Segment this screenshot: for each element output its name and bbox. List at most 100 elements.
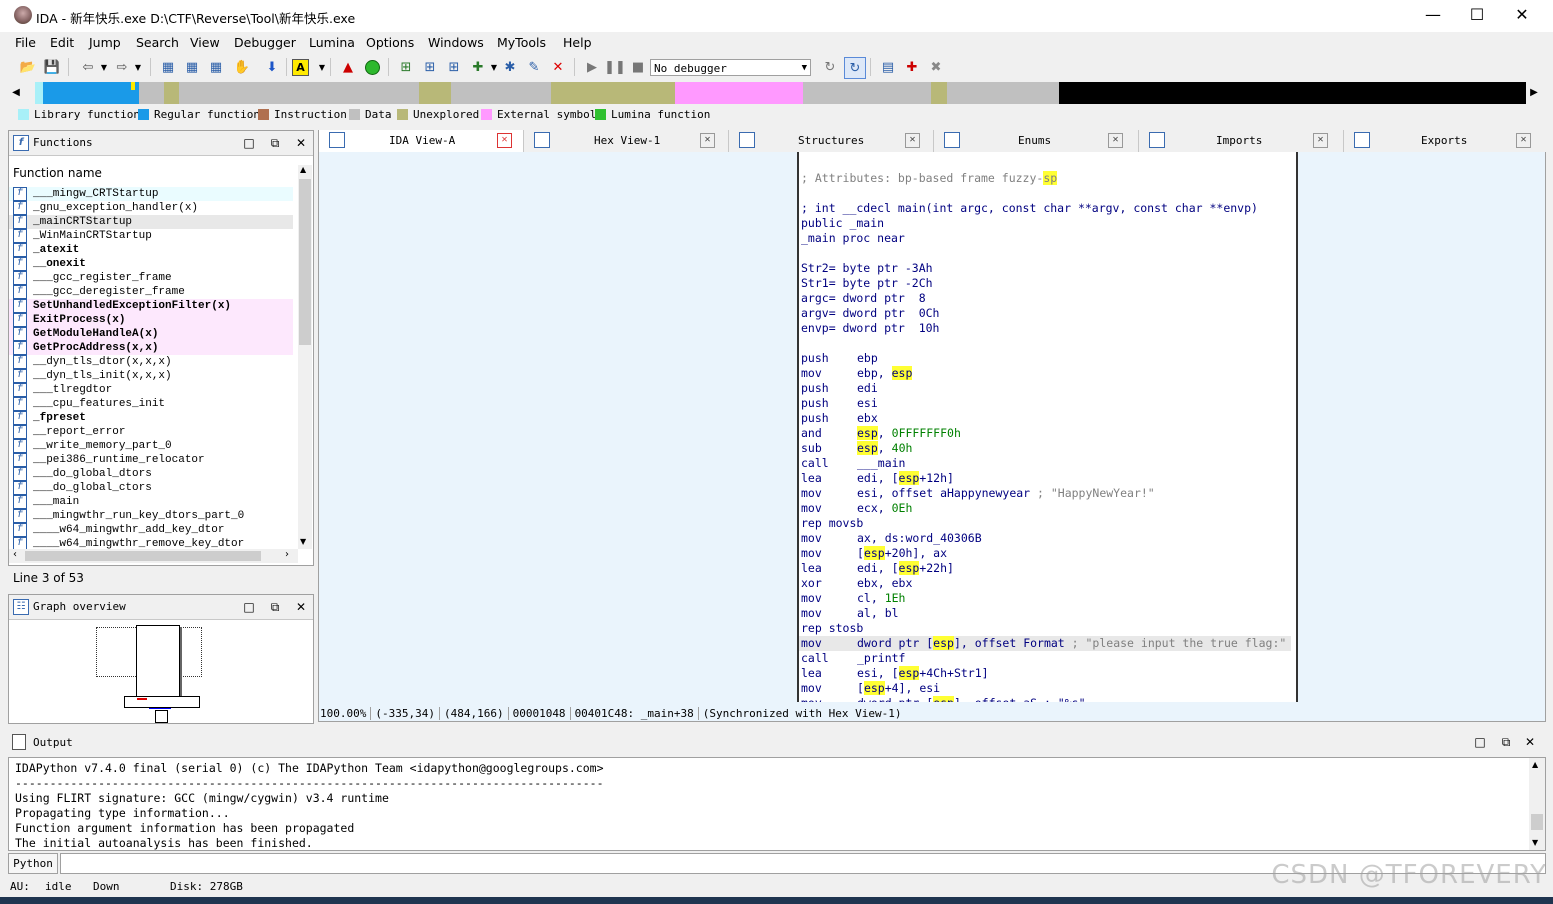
disasm-line[interactable]: lea edi, [esp+22h] (801, 561, 954, 576)
edit-patch-icon[interactable]: ✎ (524, 57, 544, 77)
function-list-item[interactable]: f __write_memory_part_0 (9, 439, 293, 453)
output-text-area[interactable]: IDAPython v7.4.0 final (serial 0) (c) Th… (8, 757, 1546, 851)
function-list-item[interactable]: f _atexit (9, 243, 293, 257)
panel-float-icon[interactable]: ⧉ (267, 599, 283, 615)
menu-mytools[interactable]: MyTools (497, 35, 546, 50)
menu-lumina[interactable]: Lumina (309, 35, 355, 50)
scroll-up-icon[interactable]: ▲ (300, 165, 306, 174)
disasm-line[interactable]: push esi (801, 396, 878, 411)
tab-close-icon[interactable]: ✕ (497, 133, 512, 148)
attach-process-icon[interactable]: ↻ (820, 57, 840, 77)
text-color-dropdown-icon[interactable]: ▼ (312, 57, 332, 77)
function-list-item[interactable]: f __report_error (9, 425, 293, 439)
disasm-line[interactable]: Str1= byte ptr -2Ch (801, 276, 933, 291)
function-list-item[interactable]: f _fpreset (9, 411, 293, 425)
menu-edit[interactable]: Edit (50, 35, 74, 50)
disasm-line[interactable]: ; Attributes: bp-based frame fuzzy-sp (801, 171, 1058, 186)
vscroll-thumb[interactable] (299, 179, 311, 345)
back-dropdown-icon[interactable]: ▼ (94, 57, 114, 77)
function-list-item[interactable]: f ___main (9, 495, 293, 509)
hscroll-thumb[interactable] (25, 551, 261, 561)
function-list-item[interactable]: f GetModuleHandleA(x) (9, 327, 293, 341)
disasm-line[interactable]: mov ecx, 0Eh (801, 501, 912, 516)
disasm-line[interactable]: ; int __cdecl main(int argc, const char … (801, 201, 1258, 216)
green-circle-icon[interactable] (362, 57, 382, 77)
disasm-line[interactable]: mov esi, offset aHappynewyear ; "HappyNew… (801, 486, 1155, 501)
disasm-line[interactable]: argc= dword ptr 8 (801, 291, 926, 306)
disasm-line[interactable]: lea esi, [esp+4Ch+Str1] (801, 666, 989, 681)
disasm-line[interactable]: call _printf (801, 651, 905, 666)
disasm-line[interactable]: call ___main (801, 456, 905, 471)
tab-structures[interactable]: Structures ✕ (729, 130, 934, 152)
function-list-item[interactable]: f ___do_global_dtors (9, 467, 293, 481)
scroll-left-icon[interactable]: ‹ (13, 549, 17, 560)
function-list-item[interactable]: f __pei386_runtime_relocator (9, 453, 293, 467)
navigation-band[interactable]: ◀ ▶ (10, 82, 1538, 104)
panel-close-icon[interactable]: ✕ (293, 135, 309, 151)
panel-maximize-icon[interactable]: □ (241, 599, 257, 615)
panel-close-icon[interactable]: ✕ (1522, 734, 1538, 750)
search-text-icon[interactable]: ▦ (182, 57, 202, 77)
menu-windows[interactable]: Windows (428, 35, 484, 50)
debugger-select[interactable]: No debugger ▼ (650, 59, 811, 76)
disasm-line[interactable]: mov dword ptr [esp], offset aS ; "%s" (801, 696, 1086, 702)
forward-dropdown-icon[interactable]: ▼ (128, 57, 148, 77)
add-breakpoint-icon[interactable]: ✚ (902, 57, 922, 77)
save-icon[interactable]: 💾 (42, 57, 62, 77)
disasm-line[interactable]: mov ebp, esp (801, 366, 913, 381)
create-struct-icon[interactable]: ⊞ (420, 57, 440, 77)
function-list-item[interactable]: f ___mingw_CRTStartup (9, 187, 293, 201)
maximize-button[interactable]: ☐ (1454, 0, 1500, 32)
breakpoint-list-icon[interactable]: ▤ (878, 57, 898, 77)
function-list-item[interactable]: f __dyn_tls_init(x,x,x) (9, 369, 293, 383)
function-list-item[interactable]: f GetProcAddress(x,x) (9, 341, 293, 355)
disasm-line[interactable]: lea edi, [esp+12h] (801, 471, 954, 486)
panel-float-icon[interactable]: ⧉ (267, 135, 283, 151)
disasm-line[interactable]: sub esp, 40h (801, 441, 912, 456)
jump-down-arrow-icon[interactable]: ⬇ (262, 57, 282, 77)
text-color-icon[interactable]: A (292, 59, 309, 76)
vscroll-thumb[interactable] (1531, 814, 1543, 830)
function-list-item[interactable]: f _WinMainCRTStartup (9, 229, 293, 243)
run-icon[interactable]: ▶ (582, 57, 602, 77)
add-function-icon[interactable]: ⊞ (396, 57, 416, 77)
menu-options[interactable]: Options (366, 35, 414, 50)
tab-close-icon[interactable]: ✕ (1313, 133, 1328, 148)
menu-jump[interactable]: Jump (89, 35, 121, 50)
delete-icon[interactable]: ✕ (548, 57, 568, 77)
menu-debugger[interactable]: Debugger (234, 35, 296, 50)
disasm-line[interactable]: public _main (801, 216, 884, 231)
tab-close-icon[interactable]: ✕ (1516, 133, 1531, 148)
disasm-line[interactable]: mov cl, 1Eh (801, 591, 905, 606)
function-list-item[interactable]: f ___mingwthr_run_key_dtors_part_0 (9, 509, 293, 523)
function-list-item[interactable]: f ____w64_mingwthr_remove_key_dtor (9, 537, 293, 549)
disasm-line[interactable]: and esp, 0FFFFFFF0h (801, 426, 961, 441)
tab-ida-view-a[interactable]: IDA View-A ✕ (319, 130, 524, 152)
disassembly-node[interactable]: ; Attributes: bp-based frame fuzzy-sp ; i… (797, 152, 1298, 702)
graph-warning-icon[interactable]: ▲ (338, 57, 358, 77)
add-segment-icon[interactable]: ⊞ (444, 57, 464, 77)
tab-close-icon[interactable]: ✕ (1108, 133, 1123, 148)
function-list-item[interactable]: f __dyn_tls_dtor(x,x,x) (9, 355, 293, 369)
tab-imports[interactable]: Imports ✕ (1139, 130, 1344, 152)
disasm-line[interactable]: Str2= byte ptr -3Ah (801, 261, 933, 276)
delete-breakpoint-icon[interactable]: ✖ (926, 57, 946, 77)
output-vscrollbar[interactable]: ▲ ▼ (1529, 758, 1545, 850)
disasm-line[interactable]: push ebx (801, 411, 878, 426)
disasm-line[interactable]: push edi (801, 381, 878, 396)
graph-node-main[interactable] (136, 625, 180, 697)
function-list-item[interactable]: f _mainCRTStartup (9, 215, 293, 229)
nav-left-arrow-icon[interactable]: ◀ (10, 85, 22, 101)
scroll-down-icon[interactable]: ▼ (1532, 838, 1538, 847)
disasm-line[interactable]: mov dword ptr [esp], offset Format ; "ple… (799, 636, 1291, 651)
scroll-up-icon[interactable]: ▲ (1532, 760, 1538, 769)
function-list-item[interactable]: f SetUnhandledExceptionFilter(x) (9, 299, 293, 313)
function-list-item[interactable]: f ___cpu_features_init (9, 397, 293, 411)
disasm-line[interactable]: xor ebx, ebx (801, 576, 912, 591)
function-list-item[interactable]: f ___tlregdtor (9, 383, 293, 397)
refresh-icon[interactable]: ↻ (844, 57, 866, 79)
function-list-item[interactable]: f _gnu_exception_handler(x) (9, 201, 293, 215)
tab-hex-view-1[interactable]: Hex View-1 ✕ (524, 130, 729, 152)
disasm-line[interactable]: _main proc near (801, 231, 905, 246)
search-binary-icon[interactable]: ▦ (206, 57, 226, 77)
